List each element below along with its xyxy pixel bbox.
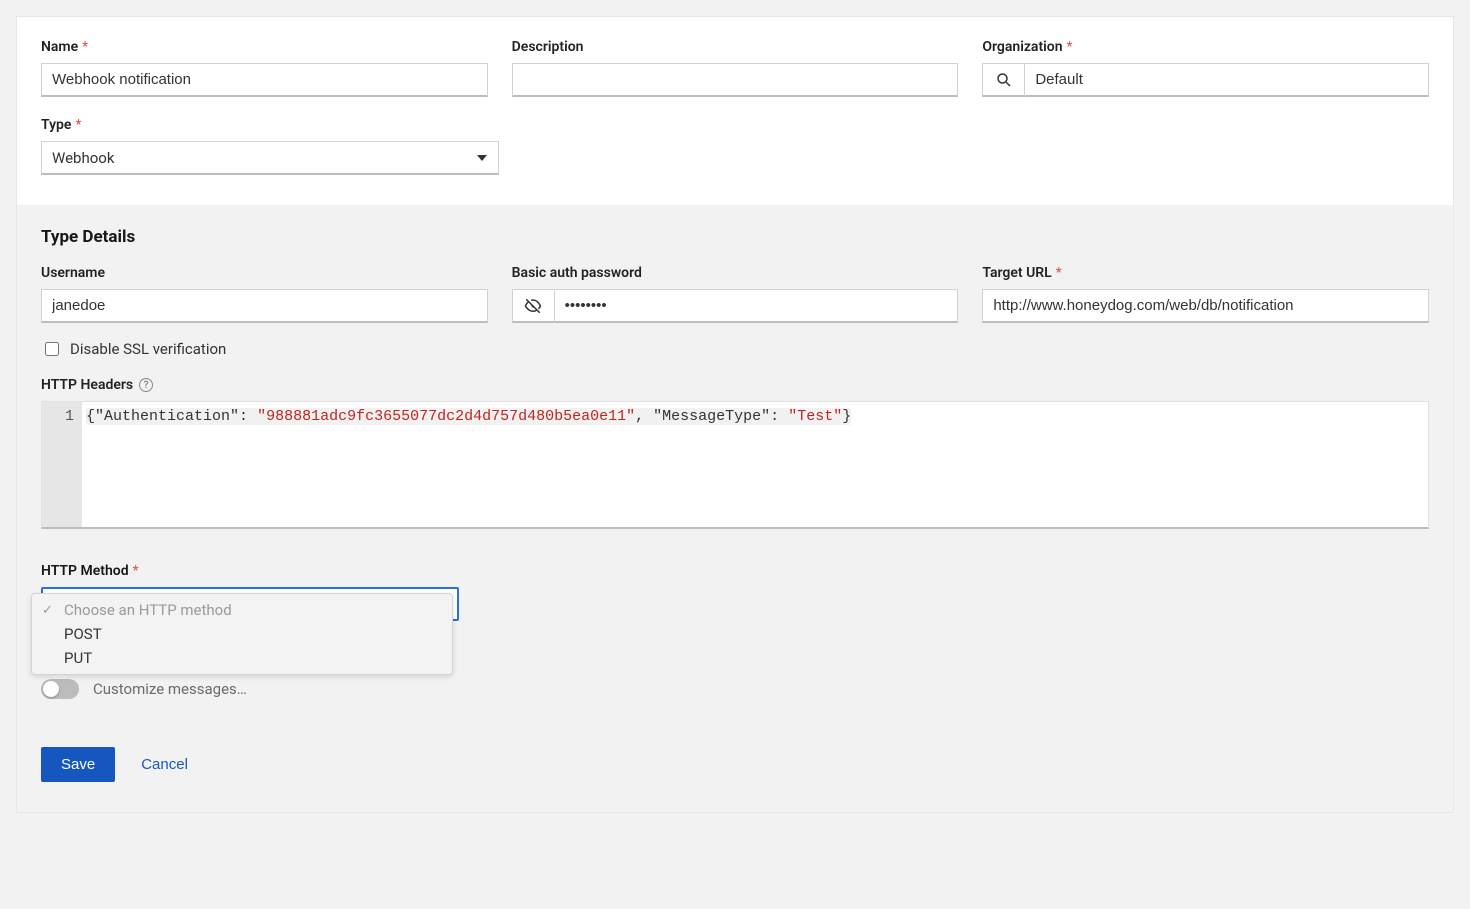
help-icon[interactable]: ? xyxy=(139,378,153,392)
disable-ssl-row: Disable SSL verification xyxy=(41,339,1429,359)
password-input[interactable] xyxy=(554,289,959,323)
required-marker: * xyxy=(133,563,139,579)
disable-ssl-checkbox[interactable] xyxy=(45,342,59,356)
form-actions: Save Cancel xyxy=(41,747,1429,782)
target-url-label: Target URL* xyxy=(982,265,1429,281)
username-field: Username xyxy=(41,265,488,323)
description-input[interactable] xyxy=(512,63,959,97)
code-gutter: 1 xyxy=(42,402,82,527)
username-input[interactable] xyxy=(41,289,488,323)
section-basic: Name* Description Organization* xyxy=(17,17,1453,205)
name-field: Name* xyxy=(41,39,488,97)
toggle-knob xyxy=(43,681,59,697)
organization-input[interactable] xyxy=(1024,63,1429,97)
type-field: Type* Webhook xyxy=(41,117,499,175)
http-method-field: HTTP Method* ✓ Choose an HTTP method POS… xyxy=(41,563,459,621)
http-headers-label: HTTP Headers ? xyxy=(41,377,1429,393)
password-field: Basic auth password xyxy=(512,265,959,323)
chevron-down-icon xyxy=(477,155,487,161)
required-marker: * xyxy=(1067,39,1073,55)
disable-ssl-label: Disable SSL verification xyxy=(70,340,226,358)
target-url-field: Target URL* xyxy=(982,265,1429,323)
target-url-input[interactable] xyxy=(982,289,1429,323)
toggle-password-visibility-button[interactable] xyxy=(512,289,554,323)
password-label: Basic auth password xyxy=(512,265,959,281)
eye-off-icon xyxy=(524,297,542,315)
customize-messages-toggle[interactable] xyxy=(41,679,79,699)
check-icon: ✓ xyxy=(42,603,53,618)
type-select[interactable]: Webhook xyxy=(41,141,499,175)
organization-label: Organization* xyxy=(982,39,1429,55)
search-icon xyxy=(995,71,1013,89)
description-field: Description xyxy=(512,39,959,97)
code-body[interactable]: {"Authentication": "988881adc9fc3655077d… xyxy=(82,402,1428,527)
type-label: Type* xyxy=(41,117,499,133)
http-method-option-put[interactable]: PUT xyxy=(32,646,452,670)
customize-messages-row: Customize messages… xyxy=(41,679,1429,699)
description-label: Description xyxy=(512,39,959,55)
required-marker: * xyxy=(82,39,88,55)
customize-messages-label: Customize messages… xyxy=(93,680,247,698)
cancel-button[interactable]: Cancel xyxy=(141,756,188,773)
username-label: Username xyxy=(41,265,488,281)
http-method-placeholder-option: ✓ Choose an HTTP method xyxy=(32,598,452,622)
http-method-dropdown: ✓ Choose an HTTP method POST PUT xyxy=(31,593,453,675)
save-button[interactable]: Save xyxy=(41,747,115,782)
http-method-option-post[interactable]: POST xyxy=(32,622,452,646)
required-marker: * xyxy=(75,117,81,133)
notification-form-card: Name* Description Organization* xyxy=(16,16,1454,813)
http-method-label: HTTP Method* xyxy=(41,563,459,579)
organization-lookup-button[interactable] xyxy=(982,63,1024,97)
name-label: Name* xyxy=(41,39,488,55)
http-headers-editor[interactable]: 1 {"Authentication": "988881adc9fc365507… xyxy=(41,401,1429,529)
required-marker: * xyxy=(1056,265,1062,281)
name-input[interactable] xyxy=(41,63,488,97)
organization-field: Organization* xyxy=(982,39,1429,97)
type-details-heading: Type Details xyxy=(41,227,1429,247)
section-type-details: Type Details Username Basic auth passwor… xyxy=(17,205,1453,812)
